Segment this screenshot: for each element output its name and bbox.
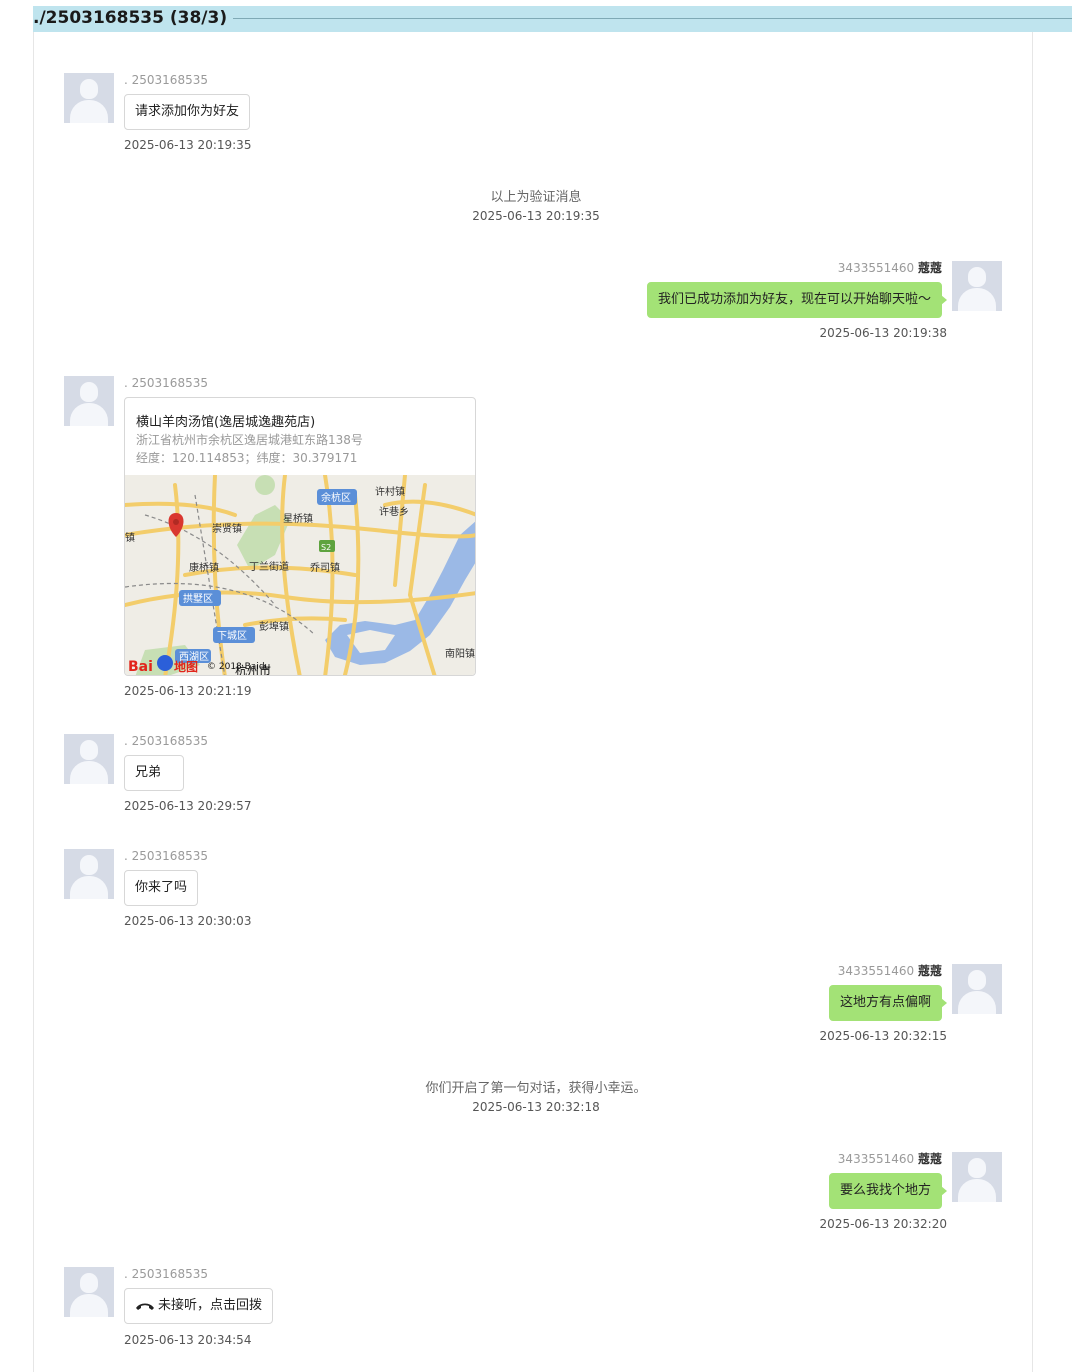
avatar[interactable]	[64, 73, 114, 123]
message-time: 2025-06-13 20:29:57	[124, 799, 252, 813]
svg-text:Bai: Bai	[128, 659, 153, 675]
system-message-text: 以上为验证消息	[490, 190, 582, 205]
message-bubble[interactable]: 兄弟	[124, 755, 184, 791]
location-name: 横山羊肉汤馆(逸居城逸趣苑店)	[136, 415, 316, 430]
sender-nickname: 蔻蔻	[917, 964, 942, 978]
sender-label: 3433551460 蔻蔻	[838, 1152, 942, 1166]
map-label-nanyang: 南阳镇	[445, 647, 475, 660]
system-message: 以上为验证消息 2025-06-13 20:19:35	[0, 189, 1072, 225]
avatar[interactable]	[64, 1267, 114, 1317]
sender-nickname: 蔻蔻	[917, 261, 942, 275]
message-bubble[interactable]: 要么我找个地方	[828, 1173, 948, 1209]
map-label-s2: S2	[321, 543, 331, 552]
svg-text:地图: 地图	[174, 659, 198, 674]
system-message-time: 2025-06-13 20:19:35	[472, 209, 600, 223]
phone-hangup-icon	[136, 1303, 154, 1310]
sender-label: . 2503168535	[124, 1267, 208, 1281]
avatar[interactable]	[952, 964, 1002, 1014]
message-time: 2025-06-13 20:19:38	[819, 326, 947, 340]
message-time: 2025-06-13 20:32:15	[819, 1029, 947, 1043]
sender-label: 3433551460 蔻蔻	[838, 964, 942, 978]
message-time: 2025-06-13 20:30:03	[124, 914, 252, 928]
avatar[interactable]	[64, 849, 114, 899]
missed-call-label: 未接听，点击回拨	[158, 1298, 263, 1313]
map-label-chongxian: 崇贤镇	[212, 522, 242, 535]
avatar[interactable]	[64, 376, 114, 426]
sender-label: 3433551460 蔻蔻	[838, 261, 942, 275]
chat-header: ./2503168535 (38/3)	[33, 6, 1072, 32]
location-map[interactable]: 余杭区 许村镇 许巷乡 崇贤镇 星桥镇 S2 康桥镇 丁兰街道 乔司镇 拱墅区 …	[125, 475, 476, 676]
map-label-left-cut: 镇	[125, 531, 135, 544]
message-bubble[interactable]: 这地方有点偏啊	[828, 985, 948, 1021]
avatar[interactable]	[952, 1152, 1002, 1202]
message-time: 2025-06-13 20:34:54	[124, 1333, 252, 1347]
message-time: 2025-06-13 20:32:20	[819, 1217, 947, 1231]
map-label-xuxiang: 许巷乡	[379, 506, 409, 518]
map-label-yuhang: 余杭区	[321, 491, 351, 504]
sender-label: . 2503168535	[124, 849, 208, 863]
map-label-kangqiao: 康桥镇	[189, 561, 219, 574]
map-label-pengbu: 彭埠镇	[259, 620, 289, 633]
chat-panel	[33, 32, 1033, 1372]
message-bubble[interactable]: 请求添加你为好友	[124, 94, 251, 130]
map-label-xiacheng: 下城区	[217, 630, 247, 642]
map-label-gongshu: 拱墅区	[183, 592, 213, 605]
location-address: 浙江省杭州市余杭区逸居城港虹东路138号	[136, 433, 363, 447]
sender-label: . 2503168535	[124, 734, 208, 748]
message-time: 2025-06-13 20:21:19	[124, 684, 252, 698]
system-message-time: 2025-06-13 20:32:18	[472, 1100, 600, 1114]
map-label-dinglan: 丁兰街道	[249, 560, 289, 573]
chat-title: ./2503168535 (38/3)	[33, 7, 234, 29]
location-coordinates: 经度：120.114853；纬度：30.379171	[136, 451, 358, 465]
sender-label: . 2503168535	[124, 73, 208, 87]
map-label-qiaosi: 乔司镇	[310, 561, 340, 574]
message-bubble[interactable]: 你来了吗	[124, 870, 199, 906]
sender-id: 3433551460	[837, 261, 915, 275]
map-label-xucun: 许村镇	[375, 485, 405, 498]
system-message: 你们开启了第一句对话，获得小幸运。 2025-06-13 20:32:18	[0, 1080, 1072, 1116]
avatar[interactable]	[64, 734, 114, 784]
sender-nickname: 蔻蔻	[917, 1152, 942, 1166]
sender-id: 3433551460	[837, 964, 915, 978]
location-card[interactable]: 横山羊肉汤馆(逸居城逸趣苑店) 浙江省杭州市余杭区逸居城港虹东路138号 经度：…	[124, 397, 476, 676]
sender-id: 3433551460	[837, 1152, 915, 1166]
map-label-xingqiao: 星桥镇	[283, 512, 313, 525]
message-time: 2025-06-13 20:19:35	[124, 138, 252, 152]
missed-call-bubble[interactable]: 未接听，点击回拨	[124, 1288, 274, 1324]
map-copyright: © 2018 Baidu	[207, 662, 270, 672]
sender-label: . 2503168535	[124, 376, 208, 390]
message-bubble[interactable]: 我们已成功添加为好友，现在可以开始聊天啦～	[646, 282, 948, 318]
header-divider-line	[226, 18, 1072, 19]
avatar[interactable]	[952, 261, 1002, 311]
system-message-text: 你们开启了第一句对话，获得小幸运。	[425, 1081, 647, 1096]
